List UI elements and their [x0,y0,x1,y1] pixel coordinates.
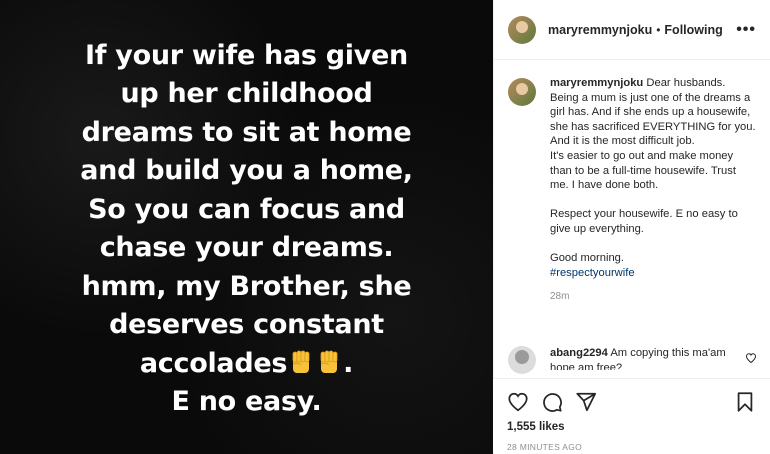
avatar[interactable] [508,78,536,106]
action-bar [507,387,756,417]
post-header: maryremmynjoku • Following ••• [494,0,770,60]
post-image: If your wife has given up her childhood … [0,0,493,454]
more-options-icon[interactable]: ••• [736,21,756,39]
comment-icon[interactable] [541,391,563,413]
quote-line: accolades [139,347,288,379]
raised-fist-icon [292,350,310,373]
quote-line: chase your dreams. [99,232,394,263]
quote-text: If your wife has given up her childhood … [12,37,482,422]
quote-line: E no easy. [171,386,322,417]
like-comment-icon[interactable] [745,352,757,364]
hashtag-link[interactable]: #respectyourwife [550,266,756,281]
quote-line: dreams to sit at home [81,116,412,148]
quote-line-emoji: accolades. [139,347,354,379]
comments-panel[interactable]: maryremmynjoku Dear husbands. Being a mu… [494,60,770,338]
caption-text: And it is the most difficult job. [550,135,695,148]
raised-fist-icon [320,350,338,373]
caption: maryremmynjoku Dear husbands. Being a mu… [508,76,756,305]
avatar[interactable] [508,346,536,374]
post-actions: 1,555 likes 28 MINUTES AGO [493,378,770,452]
avatar[interactable] [508,15,536,44]
share-icon[interactable] [575,391,597,413]
quote-line: If your wife has given [85,39,408,71]
quote-line: deserves constant [109,309,384,340]
bookmark-icon[interactable] [734,391,756,413]
quote-line: So you can focus and [88,193,405,225]
comment-username[interactable]: abang2294 [550,347,608,359]
caption-username[interactable]: maryremmynjoku [550,77,643,89]
caption-body: maryremmynjoku Dear husbands. Being a mu… [550,76,756,305]
caption-text: It's easier to go out and make money tha… [550,149,736,192]
separator-dot: • [656,22,661,37]
post-time[interactable]: 28 MINUTES AGO [507,442,756,452]
heart-icon[interactable] [507,391,529,413]
quote-line: up her childhood [120,78,373,109]
quote-line: hmm, my Brother, she [81,270,412,302]
comment: abang2294 Am copying this ma'am hope am … [508,346,757,374]
quote-line: and build you a home, [80,155,413,186]
header-username[interactable]: maryremmynjoku [548,23,652,37]
caption-text: Good morning. [550,252,625,265]
caption-text: Respect your housewife. E no easy to giv… [550,208,738,235]
caption-timestamp[interactable]: 28m [550,290,756,305]
likes-count[interactable]: 1,555 likes [507,421,756,433]
following-button[interactable]: Following [664,23,722,37]
comment-text: abang2294 Am copying this ma'am hope am … [550,346,735,370]
